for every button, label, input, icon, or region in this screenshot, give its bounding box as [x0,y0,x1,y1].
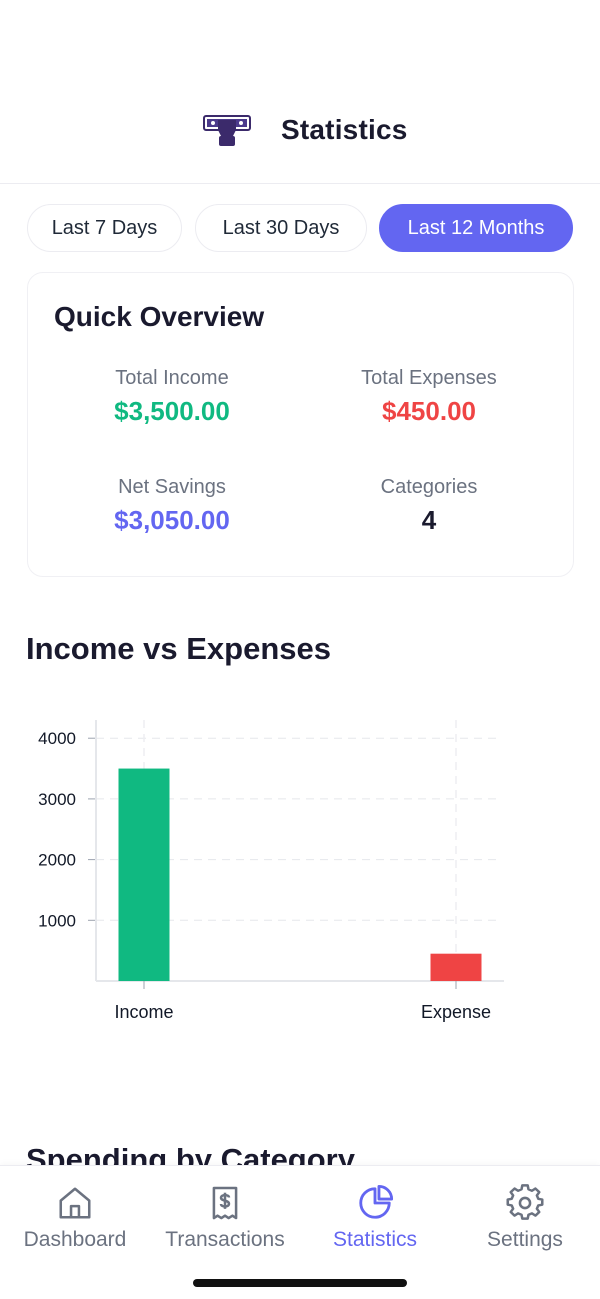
net-savings-label: Net Savings [118,476,226,498]
tab-dashboard-label: Dashboard [23,1228,127,1251]
x-tick-label: Expense [421,1002,491,1022]
y-tick-label: 1000 [38,911,76,930]
home-icon [59,1187,91,1219]
period-last-7-days-button[interactable]: Last 7 Days [27,204,182,252]
y-tick-label: 2000 [38,851,76,870]
tab-statistics-label: Statistics [332,1228,418,1251]
tab-transactions[interactable]: Transactions [150,1184,300,1252]
tab-settings-label: Settings [487,1228,563,1251]
tab-statistics[interactable]: Statistics [300,1184,450,1252]
tab-dashboard[interactable]: Dashboard [0,1184,150,1252]
quick-overview-card: Quick Overview Total Income $3,500.00 To… [27,272,574,577]
tab-settings[interactable]: Settings [450,1184,600,1252]
categories-stat: Categories 4 [319,476,539,536]
total-income-label: Total Income [115,367,229,389]
income-vs-expenses-chart: 1000 2000 3000 4000 Income Expense [38,720,504,1022]
total-expenses-value: $450.00 [382,396,476,426]
receipt-icon [212,1186,238,1220]
categories-value: 4 [421,505,437,535]
income-vs-expenses-title: Income vs Expenses [26,631,331,666]
gear-icon [506,1184,544,1220]
net-savings-value: $3,050.00 [114,505,230,535]
x-tick-label: Income [114,1002,173,1022]
period-last-30-days-button[interactable]: Last 30 Days [195,204,367,252]
total-income-stat: Total Income $3,500.00 [62,367,282,427]
page-title: Statistics [281,114,408,145]
y-tick-label: 4000 [38,729,76,748]
tab-transactions-label: Transactions [165,1228,285,1251]
total-expenses-label: Total Expenses [361,367,497,389]
total-income-value: $3,500.00 [114,396,230,426]
categories-label: Categories [380,476,478,498]
bar-expense [430,953,482,981]
home-indicator [193,1279,407,1287]
period-last-12-months-button[interactable]: Last 12 Months [379,204,573,252]
pie-chart-icon [359,1184,394,1219]
quick-overview-title: Quick Overview [54,301,265,332]
money-fist-icon [203,115,251,146]
total-expenses-stat: Total Expenses $450.00 [319,367,539,427]
y-tick-label: 3000 [38,790,76,809]
net-savings-stat: Net Savings $3,050.00 [62,476,282,536]
bar-income [118,768,170,981]
app-header: Statistics [0,0,600,184]
